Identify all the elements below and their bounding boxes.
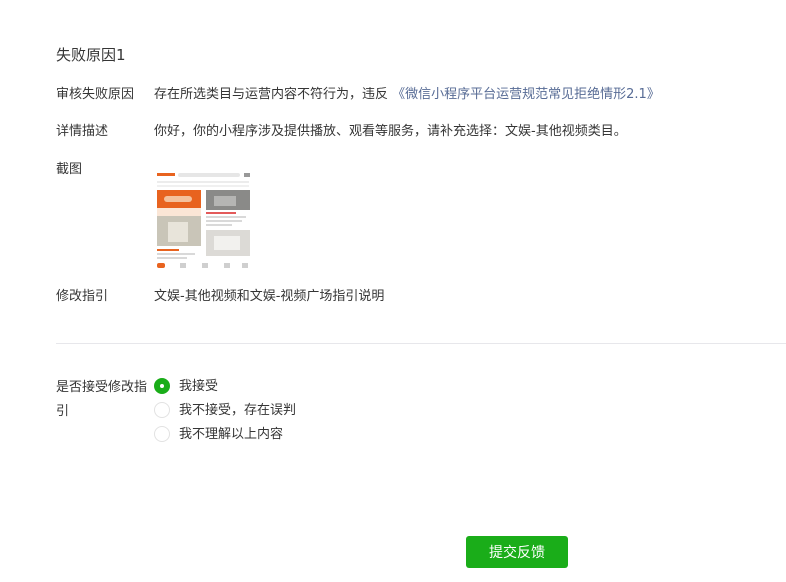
detail-label: 详情描述	[56, 124, 109, 139]
submit-feedback-button[interactable]: 提交反馈	[466, 536, 568, 568]
failure-reason-title: 失败原因1	[56, 46, 126, 64]
audit-rule-link[interactable]: 《微信小程序平台运营规范常见拒绝情形2.1》	[392, 87, 660, 102]
audit-reason-label: 审核失败原因	[56, 87, 135, 102]
radio-unchecked-icon[interactable]	[154, 402, 170, 418]
screenshot-thumbnail[interactable]	[154, 170, 252, 270]
guide-link[interactable]: 文娱-其他视频和文娱-视频广场指引说明	[154, 288, 384, 306]
section-divider	[56, 343, 786, 344]
screenshot-label: 截图	[56, 162, 83, 177]
radio-checked-icon[interactable]	[154, 378, 170, 394]
radio-unchecked-icon[interactable]	[154, 426, 170, 442]
option-reject-label: 我不接受，存在误判	[179, 403, 297, 418]
option-not-understand-label: 我不理解以上内容	[179, 427, 284, 442]
audit-reason-value: 存在所选类目与运营内容不符行为，违反 《微信小程序平台运营规范常见拒绝情形2.1…	[154, 86, 660, 104]
detail-text: 你好，你的小程序涉及提供播放、观看等服务，请补充选择：文娱-其他视频类目。	[154, 124, 627, 139]
option-accept-label: 我接受	[179, 379, 219, 394]
guide-label: 修改指引	[56, 289, 109, 304]
accept-guide-label: 是否接受修改指引	[56, 380, 148, 419]
audit-reason-text: 存在所选类目与运营内容不符行为，违反	[154, 87, 389, 102]
